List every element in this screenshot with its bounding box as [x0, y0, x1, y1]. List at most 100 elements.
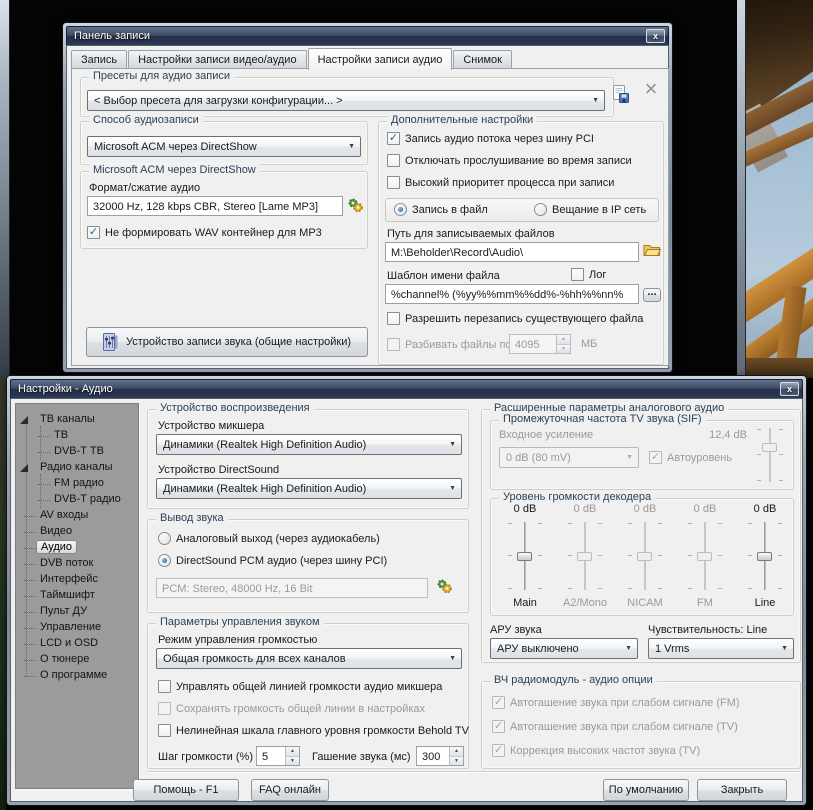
sidebar-item-lcd-osd[interactable]: LCD и OSD: [16, 636, 138, 652]
sidebar-item-about-tuner[interactable]: О тюнере: [16, 652, 138, 668]
chevron-down-icon: ▼: [781, 645, 788, 652]
sidebar-item-audio[interactable]: Аудио: [16, 540, 138, 556]
save-preset-icon[interactable]: [612, 85, 630, 103]
agc-combobox[interactable]: АРУ выключено ▼: [490, 638, 638, 659]
mute-delay-stepper[interactable]: 300 ▲▼: [416, 746, 464, 766]
format-label: Формат/сжатие аудио: [89, 182, 200, 194]
nonlinear-scale-checkbox-label: Нелинейная шкала главного уровня громкос…: [176, 725, 469, 737]
log-checkbox[interactable]: Лог: [571, 268, 606, 281]
slider-value: 0 dB: [555, 503, 615, 515]
log-checkbox-label: Лог: [589, 269, 606, 281]
line-volume-slider[interactable]: [748, 521, 782, 591]
pcm-config-gears-icon[interactable]: [436, 578, 452, 594]
template-more-button[interactable]: ...: [643, 288, 661, 302]
presets-group: Пресеты для аудио записи < Выбор пресета…: [80, 77, 614, 117]
settings-body: ТВ каналы ТВ DVB-T ТВ Радио каналы FM ра…: [10, 398, 803, 802]
arrow-down-icon: ▼: [286, 757, 299, 766]
sidebar-item-dvbt-radio[interactable]: DVB-T радио: [16, 492, 138, 508]
split-size-stepper: 4095 ▲▼: [509, 334, 571, 354]
checkbox-check-icon: ✓: [649, 451, 662, 464]
tree-expander-icon[interactable]: [20, 464, 28, 472]
sidebar-item-fm-radio[interactable]: FM радио: [16, 476, 138, 492]
close-button[interactable]: Закрыть: [697, 779, 787, 801]
broadcast-ip-radio[interactable]: Вещание в IP сеть: [534, 203, 646, 216]
tab-record[interactable]: Запись: [71, 50, 127, 69]
faq-button[interactable]: FAQ онлайн: [251, 779, 329, 801]
sidebar-item-video[interactable]: Видео: [16, 524, 138, 540]
sidebar-item-tv[interactable]: ТВ: [16, 428, 138, 444]
tree-expander-icon[interactable]: [20, 416, 28, 424]
overwrite-checkbox[interactable]: Разрешить перезапись существующего файла: [387, 312, 643, 325]
slider-thumb: [637, 552, 652, 561]
overwrite-checkbox-label: Разрешить перезапись существующего файла: [405, 313, 643, 325]
folder-icon[interactable]: [643, 243, 661, 257]
sif-group: Промежуточная частота TV звука (SIF) Вхо…: [490, 420, 794, 490]
tab-snapshot[interactable]: Снимок: [453, 50, 512, 69]
slider-thumb[interactable]: [517, 552, 532, 561]
input-gain-label: Входное усиление: [499, 429, 593, 441]
directsound-device-combobox[interactable]: Динамики (Realtek High Definition Audio)…: [156, 478, 462, 499]
record-path-field[interactable]: M:\Beholder\Record\Audio\: [385, 242, 639, 262]
sound-device-button[interactable]: Устройство записи звука (общие настройки…: [86, 327, 368, 357]
chevron-down-icon: ▼: [449, 485, 456, 492]
nonlinear-scale-checkbox[interactable]: Нелинейная шкала главного уровня громкос…: [158, 724, 469, 737]
mixer-master-checkbox[interactable]: Управлять общей линией громкости аудио м…: [158, 680, 442, 693]
mixer-device-combobox[interactable]: Динамики (Realtek High Definition Audio)…: [156, 434, 462, 455]
footer-separator: [147, 771, 801, 773]
slider-thumb: [762, 443, 777, 452]
volume-step-stepper[interactable]: 5 ▲▼: [256, 746, 300, 766]
preset-combobox[interactable]: < Выбор пресета для загрузки конфигураци…: [87, 90, 605, 111]
no-wav-checkbox[interactable]: ✓ Не формировать WAV контейнер для MP3: [87, 226, 322, 239]
sidebar-item-interface[interactable]: Интерфейс: [16, 572, 138, 588]
mixer-device-label: Устройство микшера: [158, 420, 264, 432]
checkbox-check-icon: ✓: [492, 696, 505, 709]
help-button[interactable]: Помощь - F1: [133, 779, 239, 801]
sidebar-item-dvb-stream[interactable]: DVB поток: [16, 556, 138, 572]
recording-panel-titlebar[interactable]: Панель записи x: [66, 26, 669, 45]
disable-listen-checkbox[interactable]: Отключать прослушивание во время записи: [387, 154, 632, 167]
sidebar-item-about-program[interactable]: О программе: [16, 668, 138, 684]
defaults-button[interactable]: По умолчанию: [603, 779, 689, 801]
pci-stream-checkbox[interactable]: ✓ Запись аудио потока через шину PCI: [387, 132, 594, 145]
close-icon[interactable]: x: [780, 382, 799, 396]
sidebar-item-av-inputs[interactable]: AV входы: [16, 508, 138, 524]
analog-output-label: Аналоговый выход (через аудиокабель): [176, 533, 380, 545]
preset-combobox-value: < Выбор пресета для загрузки конфигураци…: [94, 95, 343, 107]
radio-dot: [534, 203, 547, 216]
stepper-arrows: ▲▼: [556, 335, 570, 353]
filename-template-label: Шаблон имени файла: [387, 270, 500, 282]
split-size-unit: МБ: [581, 338, 597, 350]
record-to-file-radio[interactable]: Запись в файл: [394, 203, 488, 216]
volume-mode-combobox[interactable]: Общая громкость для всех каналов ▼: [156, 648, 462, 669]
volume-step-value: 5: [262, 751, 268, 763]
settings-titlebar[interactable]: Настройки - Аудио x: [10, 379, 803, 398]
stepper-arrows[interactable]: ▲▼: [449, 747, 463, 765]
playback-group-title: Устройство воспроизведения: [156, 402, 314, 414]
filename-template-field[interactable]: %channel% (%yy%%mm%%dd%-%hh%%nn%: [385, 284, 639, 304]
sidebar-item-tv-channels[interactable]: ТВ каналы: [16, 412, 138, 428]
stepper-arrows[interactable]: ▲▼: [285, 747, 299, 765]
sidebar-item-control[interactable]: Управление: [16, 620, 138, 636]
format-config-gears-icon[interactable]: [347, 197, 363, 213]
arrow-up-icon: ▲: [286, 747, 299, 757]
slider-thumb[interactable]: [757, 552, 772, 561]
main-volume-slider[interactable]: [508, 521, 542, 591]
sidebar-item-remote[interactable]: Пульт ДУ: [16, 604, 138, 620]
delete-preset-icon[interactable]: ×: [640, 77, 662, 101]
sidebar-item-radio-channels[interactable]: Радио каналы: [16, 460, 138, 476]
pcm-output-radio[interactable]: DirectSound PCM аудио (через шину PCI): [158, 554, 387, 567]
audio-method-combobox[interactable]: Microsoft ACM через DirectShow ▼: [87, 136, 361, 157]
sensitivity-combobox[interactable]: 1 Vrms ▼: [648, 638, 794, 659]
chevron-down-icon: ▼: [449, 655, 456, 662]
recording-panel-body: Запись Настройки записи видео/аудио Наст…: [66, 45, 669, 369]
format-field[interactable]: 32000 Hz, 128 kbps CBR, Stereo [Lame MP3…: [87, 196, 343, 216]
save-volume-checkbox: Сохранять громкость общей линии в настро…: [158, 702, 425, 715]
sidebar-item-timeshift[interactable]: Таймшифт: [16, 588, 138, 604]
close-icon[interactable]: x: [646, 29, 665, 43]
tab-video-audio-settings[interactable]: Настройки записи видео/аудио: [128, 50, 306, 69]
checkbox-check-icon: ✓: [492, 720, 505, 733]
tab-audio-settings[interactable]: Настройки записи аудио: [308, 48, 453, 70]
analog-output-radio[interactable]: Аналоговый выход (через аудиокабель): [158, 532, 380, 545]
sidebar-item-dvbt-tv[interactable]: DVB-T ТВ: [16, 444, 138, 460]
high-priority-checkbox[interactable]: Высокий приоритет процесса при записи: [387, 176, 614, 189]
